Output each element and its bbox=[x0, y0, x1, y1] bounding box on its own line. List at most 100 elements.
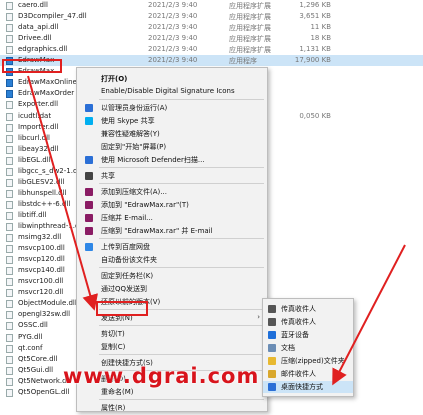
fax-icon bbox=[268, 305, 276, 313]
file-icon bbox=[6, 223, 13, 231]
file-name: libeay32.dll bbox=[18, 144, 59, 153]
file-icon bbox=[6, 211, 13, 220]
file-icon bbox=[6, 289, 13, 298]
context-menu-item[interactable]: 添加到 "EdrawMax.rar"(T) bbox=[77, 198, 267, 212]
context-menu-item[interactable]: 通过QQ发送到 bbox=[77, 282, 267, 296]
context-menu-item[interactable]: 复制(C) bbox=[77, 340, 267, 354]
context-menu-item[interactable]: 添加到压缩文件(A)... bbox=[77, 185, 267, 199]
context-menu-item[interactable]: 使用 Skype 共享 bbox=[77, 114, 267, 128]
context-menu-label: 自动备份该文件夹 bbox=[101, 256, 157, 264]
file-name: msvcp120.dll bbox=[18, 255, 65, 264]
context-menu-item[interactable]: 固定到任务栏(K) bbox=[77, 269, 267, 283]
context-menu-item[interactable]: 压缩到 "EdrawMax.rar" 并 E-mail bbox=[77, 224, 267, 238]
file-name: msimg32.dll bbox=[18, 233, 62, 242]
context-menu-item[interactable]: 兼容性疑难解答(Y) bbox=[77, 127, 267, 141]
file-icon bbox=[6, 245, 13, 254]
context-menu-item[interactable]: 共享 bbox=[77, 169, 267, 183]
file-icon bbox=[6, 35, 13, 44]
baidu-icon bbox=[85, 243, 93, 251]
file-icon bbox=[6, 344, 13, 353]
file-row[interactable]: D3Dcompiler_47.dll 2021/2/3 9:40 应用程序扩展 3,6… bbox=[0, 11, 423, 22]
context-menu-item[interactable]: 压缩并 E-mail... bbox=[77, 211, 267, 225]
context-menu-label: 固定到任务栏(K) bbox=[101, 272, 154, 280]
menu-separator bbox=[99, 267, 264, 268]
file-name: libGLESV2.dll bbox=[18, 177, 65, 186]
context-menu-item[interactable]: Enable/Disable Digital Signature Icons bbox=[77, 85, 267, 99]
mail-icon bbox=[268, 370, 276, 378]
file-icon bbox=[6, 189, 13, 198]
fax-icon bbox=[268, 318, 276, 326]
context-menu-item[interactable]: 打开(O) bbox=[77, 72, 267, 86]
file-icon bbox=[6, 388, 13, 397]
context-menu-label: 压缩到 "EdrawMax.rar" 并 E-mail bbox=[101, 227, 213, 235]
context-menu-label: 复制(C) bbox=[101, 343, 126, 351]
send-to-label: 桌面快捷方式 bbox=[281, 383, 323, 391]
file-row[interactable]: caero.dll 2021/2/3 9:40 应用程序扩展 1,296 KB bbox=[0, 0, 423, 11]
send-to-item[interactable]: 压缩(zipped)文件夹 bbox=[263, 355, 353, 367]
send-to-highlight bbox=[96, 301, 148, 316]
file-name: data_api.dll bbox=[18, 23, 59, 32]
file-name: opengl32sw.dll bbox=[18, 310, 71, 319]
context-menu-label: 共享 bbox=[101, 172, 115, 180]
winrar-icon bbox=[85, 227, 93, 235]
file-date: 2021/2/3 9:40 bbox=[148, 34, 198, 43]
context-menu-item[interactable]: 固定到"开始"屏幕(P) bbox=[77, 140, 267, 154]
file-name: ObjectModule.dll bbox=[18, 299, 77, 308]
file-row[interactable]: edgraphics.dll 2021/2/3 9:40 应用程序扩展 1,131 K… bbox=[0, 44, 423, 55]
file-name: Drivee.dll bbox=[18, 34, 52, 43]
file-row[interactable]: EdrawMax 2021/2/3 9:40 应用程序 17,900 KB bbox=[0, 55, 423, 67]
file-name: Qt5Core.dll bbox=[18, 354, 58, 363]
file-name: libstdc++-6.dll bbox=[18, 199, 71, 208]
context-menu-item[interactable]: 使用 Microsoft Defender扫描... bbox=[77, 153, 267, 167]
context-menu-item[interactable]: 以管理员身份运行(A) bbox=[77, 101, 267, 115]
file-icon bbox=[6, 234, 13, 243]
context-menu-label: 固定到"开始"屏幕(P) bbox=[101, 143, 167, 151]
file-icon bbox=[6, 300, 13, 309]
file-name: libhunspell.dll bbox=[18, 188, 67, 197]
context-menu-label: 使用 Microsoft Defender扫描... bbox=[101, 156, 205, 164]
file-icon bbox=[6, 256, 13, 265]
file-name: libcurl.dll bbox=[18, 133, 50, 142]
send-to-label: 蓝牙设备 bbox=[281, 331, 309, 339]
file-icon bbox=[6, 156, 13, 165]
send-to-item[interactable]: 邮件收件人 bbox=[263, 368, 353, 380]
file-row[interactable]: data_api.dll 2021/2/3 9:40 应用程序扩展 11 KB bbox=[0, 22, 423, 33]
file-icon bbox=[6, 278, 13, 287]
file-name: icudtl.dat bbox=[18, 111, 52, 120]
context-menu-label: 添加到压缩文件(A)... bbox=[101, 188, 167, 196]
file-size: 18 KB bbox=[310, 34, 331, 43]
context-menu-label: 添加到 "EdrawMax.rar"(T) bbox=[101, 201, 189, 209]
send-to-item[interactable]: 传真收件人 bbox=[263, 316, 353, 328]
file-size: 3,651 KB bbox=[299, 12, 331, 21]
file-name: libEGL.dll bbox=[18, 155, 51, 164]
file-icon bbox=[6, 123, 13, 132]
winrar-icon bbox=[85, 201, 93, 209]
context-menu-item[interactable]: 自动备份该文件夹 bbox=[77, 253, 267, 267]
file-row[interactable]: Drivee.dll 2021/2/3 9:40 应用程序扩展 18 KB bbox=[0, 33, 423, 44]
chevron-right-icon: › bbox=[257, 313, 260, 321]
context-menu-label: 重命名(M) bbox=[101, 388, 134, 396]
context-menu-item[interactable]: 上传到百度网盘 bbox=[77, 240, 267, 254]
menu-separator bbox=[99, 238, 264, 239]
documents-icon bbox=[268, 344, 276, 352]
send-to-item[interactable]: 蓝牙设备 bbox=[263, 329, 353, 341]
winrar-icon bbox=[85, 188, 93, 196]
file-date: 2021/2/3 9:40 bbox=[148, 45, 198, 54]
file-date: 2021/2/3 9:40 bbox=[148, 1, 198, 9]
send-to-item[interactable]: 桌面快捷方式 bbox=[263, 381, 353, 393]
file-name: msvcr100.dll bbox=[18, 277, 64, 286]
file-icon bbox=[6, 267, 13, 276]
context-menu-label: 压缩并 E-mail... bbox=[101, 214, 153, 222]
file-size: 0,050 KB bbox=[299, 111, 331, 120]
share-icon bbox=[85, 172, 93, 180]
menu-separator bbox=[99, 167, 264, 168]
file-icon bbox=[6, 200, 13, 209]
file-name: libtiff.dll bbox=[18, 210, 47, 219]
context-menu-label: 打开(O) bbox=[101, 75, 128, 83]
context-menu-label: 上传到百度网盘 bbox=[101, 243, 150, 251]
send-to-item[interactable]: 文档 bbox=[263, 342, 353, 354]
winrar-icon bbox=[85, 214, 93, 222]
context-menu-item[interactable]: 剪切(T) bbox=[77, 327, 267, 341]
file-name: libgcc_s_dw2-1.dll bbox=[18, 166, 82, 175]
send-to-item[interactable]: 传真收件人 bbox=[263, 303, 353, 315]
